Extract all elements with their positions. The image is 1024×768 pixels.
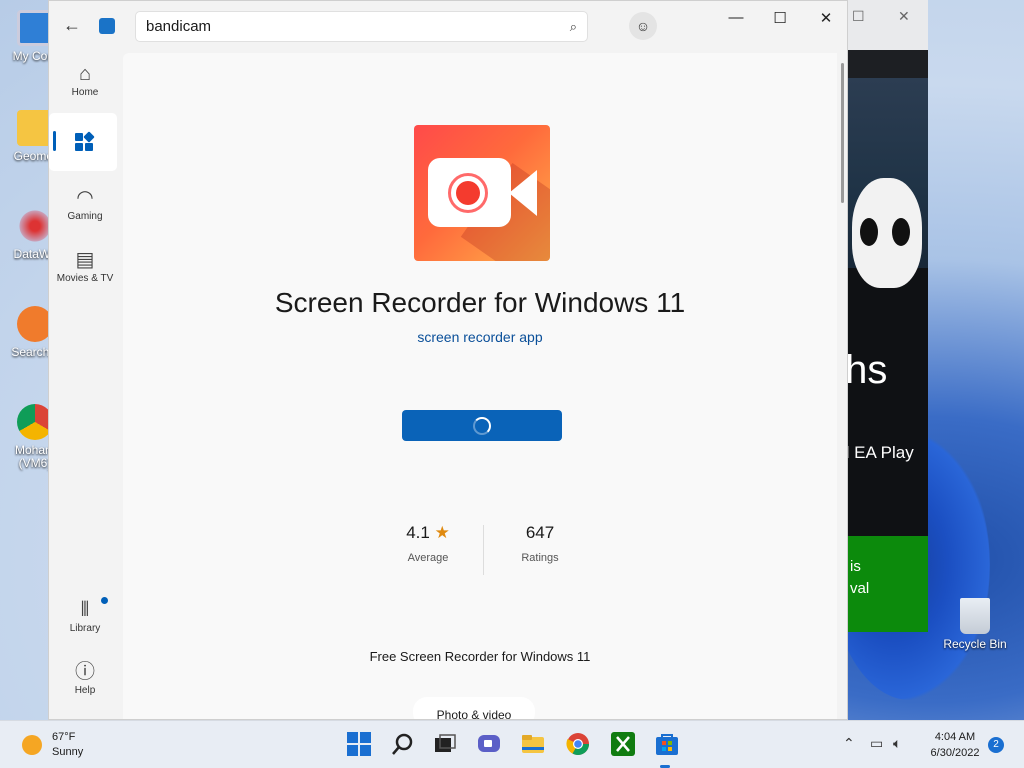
- chrome-icon[interactable]: [565, 731, 591, 757]
- gamepad-icon: ◠: [76, 187, 94, 209]
- sidebar-item-apps[interactable]: [49, 113, 117, 171]
- rating-value: 4.1: [406, 523, 430, 542]
- file-explorer-icon[interactable]: [520, 731, 546, 757]
- sidebar-item-movies-tv[interactable]: ▤ Movies & TV: [53, 247, 117, 284]
- promo-line: is: [850, 558, 861, 575]
- network-icon[interactable]: ▭: [870, 735, 883, 752]
- sidebar-item-label: Gaming: [67, 211, 103, 222]
- desktop-icon-recycle-bin[interactable]: Recycle Bin: [940, 598, 1010, 651]
- weather-condition: Sunny: [52, 746, 84, 758]
- install-button[interactable]: [402, 410, 562, 441]
- sidebar-item-help[interactable]: ⓘ Help: [53, 659, 117, 696]
- category-chip[interactable]: Photo & video: [413, 697, 535, 719]
- hero-image: [840, 78, 928, 288]
- maximize-icon[interactable]: ☐: [852, 8, 865, 25]
- app-logo-icon: [414, 125, 550, 261]
- background-window-strip: [840, 50, 928, 78]
- temperature: 67°F: [52, 731, 76, 743]
- divider: [483, 525, 484, 575]
- volume-icon[interactable]: 🔈︎: [893, 735, 901, 752]
- search-icon[interactable]: [390, 731, 416, 757]
- sidebar-item-gaming[interactable]: ◠ Gaming: [53, 185, 117, 222]
- home-icon: ⌂: [78, 63, 92, 85]
- desktop-icon-label: Recycle Bin: [943, 637, 1007, 651]
- sun-icon: [22, 735, 42, 755]
- scrollbar[interactable]: [841, 63, 844, 203]
- sidebar-item-label: Home: [71, 87, 99, 98]
- ea-play-text: d EA Play: [840, 443, 914, 462]
- loading-spinner-icon: [473, 417, 491, 435]
- promo-line: val: [850, 580, 870, 597]
- publisher-link[interactable]: screen recorder app: [123, 329, 837, 345]
- rating-label: Average: [407, 552, 449, 564]
- apps-icon: [75, 131, 95, 151]
- store-window: ← bandicam ⌕ ☺ — ☐ ✕ ⌂ Home ◠ Gaming ▤ M: [48, 0, 848, 720]
- clock-date: 6/30/2022: [930, 747, 980, 759]
- sidebar-item-label: Help: [74, 685, 96, 696]
- chevron-up-icon[interactable]: ⌃: [843, 735, 855, 752]
- search-input[interactable]: bandicam ⌕: [135, 11, 588, 42]
- knight-character-image: [852, 178, 922, 288]
- chat-icon[interactable]: [476, 731, 502, 757]
- back-arrow-icon[interactable]: ←: [63, 15, 81, 36]
- profile-avatar-icon[interactable]: ☺: [629, 12, 657, 40]
- start-button-icon[interactable]: [346, 731, 372, 757]
- notification-badge[interactable]: 2: [988, 737, 1004, 753]
- library-update-dot: [101, 597, 108, 604]
- store-titlebar: ← bandicam ⌕ ☺ — ☐ ✕: [49, 1, 847, 51]
- store-sidebar: ⌂ Home ◠ Gaming ▤ Movies & TV ⫴ Library …: [49, 51, 121, 719]
- sidebar-item-label: Library: [69, 623, 101, 634]
- app-title: Screen Recorder for Windows 11: [274, 287, 686, 318]
- star-icon: ★: [434, 523, 450, 542]
- search-value: bandicam: [146, 18, 212, 35]
- background-window[interactable]: ☐ ✕ ths d EA Play is val: [840, 0, 928, 632]
- close-icon[interactable]: ✕: [811, 9, 841, 27]
- store-app-icon: [99, 18, 115, 34]
- minimize-icon[interactable]: —: [721, 9, 751, 26]
- system-clock[interactable]: 4:04 AM 6/30/2022: [920, 729, 990, 761]
- microsoft-store-icon[interactable]: [654, 731, 680, 757]
- app-description: Free Screen Recorder for Windows 11: [369, 649, 591, 664]
- sidebar-item-label: Movies & TV: [56, 273, 114, 284]
- ratings-count-value: 647: [525, 523, 555, 542]
- active-indicator: [53, 131, 56, 151]
- clapperboard-icon: ▤: [75, 249, 95, 271]
- rating-stats: 4.1 ★ Average 647 Ratings: [383, 523, 583, 583]
- task-view-icon[interactable]: [432, 731, 458, 757]
- sidebar-item-home[interactable]: ⌂ Home: [53, 61, 117, 98]
- recycle-bin-icon: [960, 598, 990, 634]
- search-icon[interactable]: ⌕: [570, 19, 577, 35]
- xbox-icon[interactable]: [610, 731, 636, 757]
- help-icon: ⓘ: [75, 661, 95, 683]
- ratings-count-label: Ratings: [521, 552, 559, 564]
- sidebar-item-library[interactable]: ⫴ Library: [53, 597, 117, 634]
- maximize-icon[interactable]: ☐: [765, 9, 795, 27]
- taskbar: 67°F Sunny ⌃ ▭ 🔈︎ 4:04 AM 6/30/2022 2: [0, 720, 1024, 768]
- ratings-count[interactable]: 647 Ratings: [495, 523, 585, 564]
- close-icon[interactable]: ✕: [898, 8, 910, 25]
- background-window-titlebar: ☐ ✕: [840, 0, 928, 50]
- average-rating[interactable]: 4.1 ★ Average: [383, 523, 473, 564]
- clock-time: 4:04 AM: [934, 731, 976, 743]
- app-detail-page: Screen Recorder for Windows 11 screen re…: [123, 53, 837, 719]
- promo-banner[interactable]: is val: [840, 536, 928, 632]
